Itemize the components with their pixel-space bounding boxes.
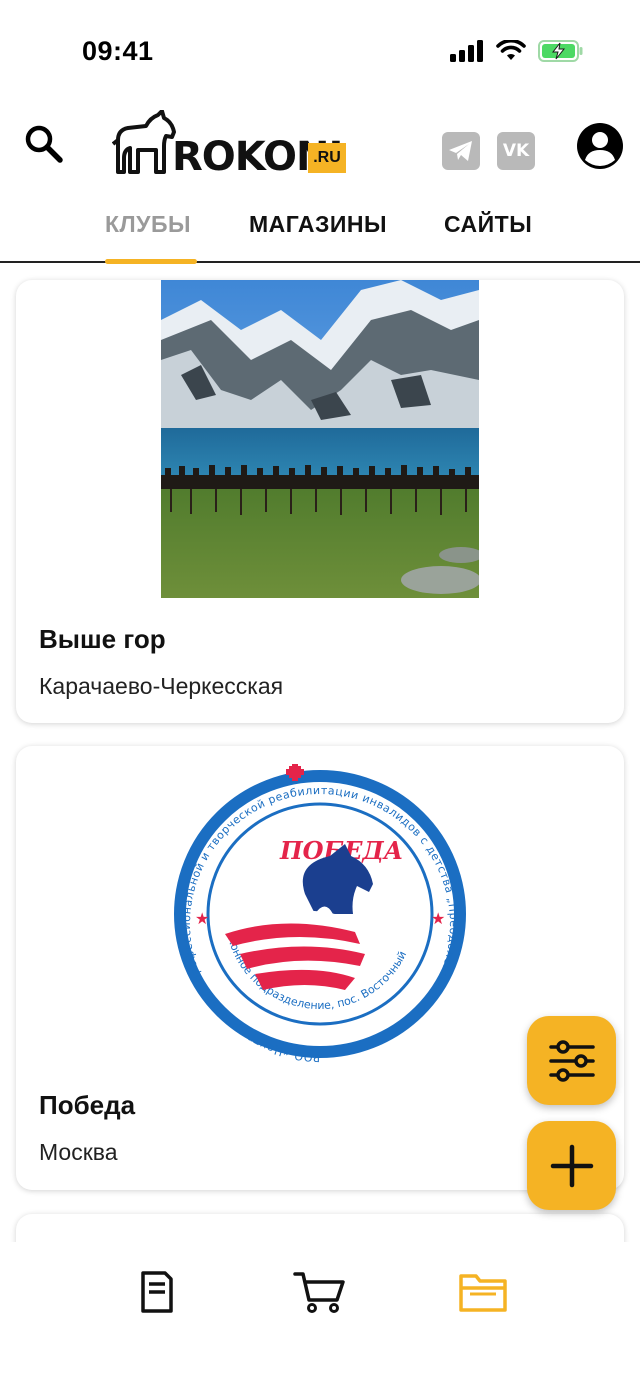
club-logo: РОО «Центр трудовой, профессиональной и …: [174, 764, 466, 1064]
nav-item-news[interactable]: [127, 1266, 187, 1318]
app-screen: 09:41 ROKONI .RU VK КЛУБЫ МАГАЗИНЫ САЙТЫ…: [0, 0, 640, 1386]
club-name: Выше гор: [39, 624, 166, 654]
search-icon: [25, 125, 63, 163]
folder-icon: [459, 1274, 507, 1312]
add-button[interactable]: [527, 1121, 616, 1210]
svg-text:★: ★: [195, 911, 209, 928]
club-photo: [161, 280, 479, 598]
profile-button[interactable]: [576, 122, 624, 170]
telegram-icon: [449, 141, 472, 161]
status-icons: [450, 40, 584, 62]
cart-icon: [293, 1272, 345, 1313]
club-card[interactable]: [16, 1214, 624, 1242]
plus-icon: [550, 1144, 593, 1187]
club-card[interactable]: Выше гор Карачаево-Черкесская: [16, 280, 624, 723]
status-bar: 09:41: [0, 0, 640, 100]
club-name: Победа: [39, 1090, 136, 1120]
svg-text:★: ★: [431, 911, 445, 928]
signal-icon: [450, 40, 483, 62]
battery-charging-icon: [538, 40, 583, 62]
club-region: Москва: [39, 1139, 118, 1165]
club-region: Карачаево-Черкесская: [39, 673, 284, 699]
vk-button[interactable]: VK: [497, 132, 535, 170]
logo-domain-badge: .RU: [308, 143, 346, 173]
status-time: 09:41: [82, 36, 154, 66]
sliders-icon: [548, 1039, 595, 1082]
vk-icon: VK: [502, 141, 530, 161]
filter-button[interactable]: [527, 1016, 616, 1105]
user-avatar-icon: [577, 123, 623, 169]
prokoni-logo[interactable]: ROKONI .RU: [112, 110, 352, 180]
wifi-icon: [496, 40, 526, 60]
search-button[interactable]: [18, 118, 70, 170]
app-header: ROKONI .RU VK: [0, 110, 640, 190]
club-card[interactable]: РОО «Центр трудовой, профессиональной и …: [16, 746, 624, 1190]
tab-clubs[interactable]: КЛУБЫ: [105, 211, 191, 238]
nav-item-catalog[interactable]: [453, 1266, 513, 1318]
category-tabs: КЛУБЫ МАГАЗИНЫ САЙТЫ: [0, 205, 640, 264]
tab-shops[interactable]: МАГАЗИНЫ: [249, 211, 387, 238]
tab-sites[interactable]: САЙТЫ: [444, 211, 532, 238]
bottom-nav: [0, 1242, 640, 1386]
nav-item-shop[interactable]: [290, 1266, 350, 1318]
document-icon: [141, 1271, 173, 1313]
telegram-button[interactable]: [442, 132, 480, 170]
